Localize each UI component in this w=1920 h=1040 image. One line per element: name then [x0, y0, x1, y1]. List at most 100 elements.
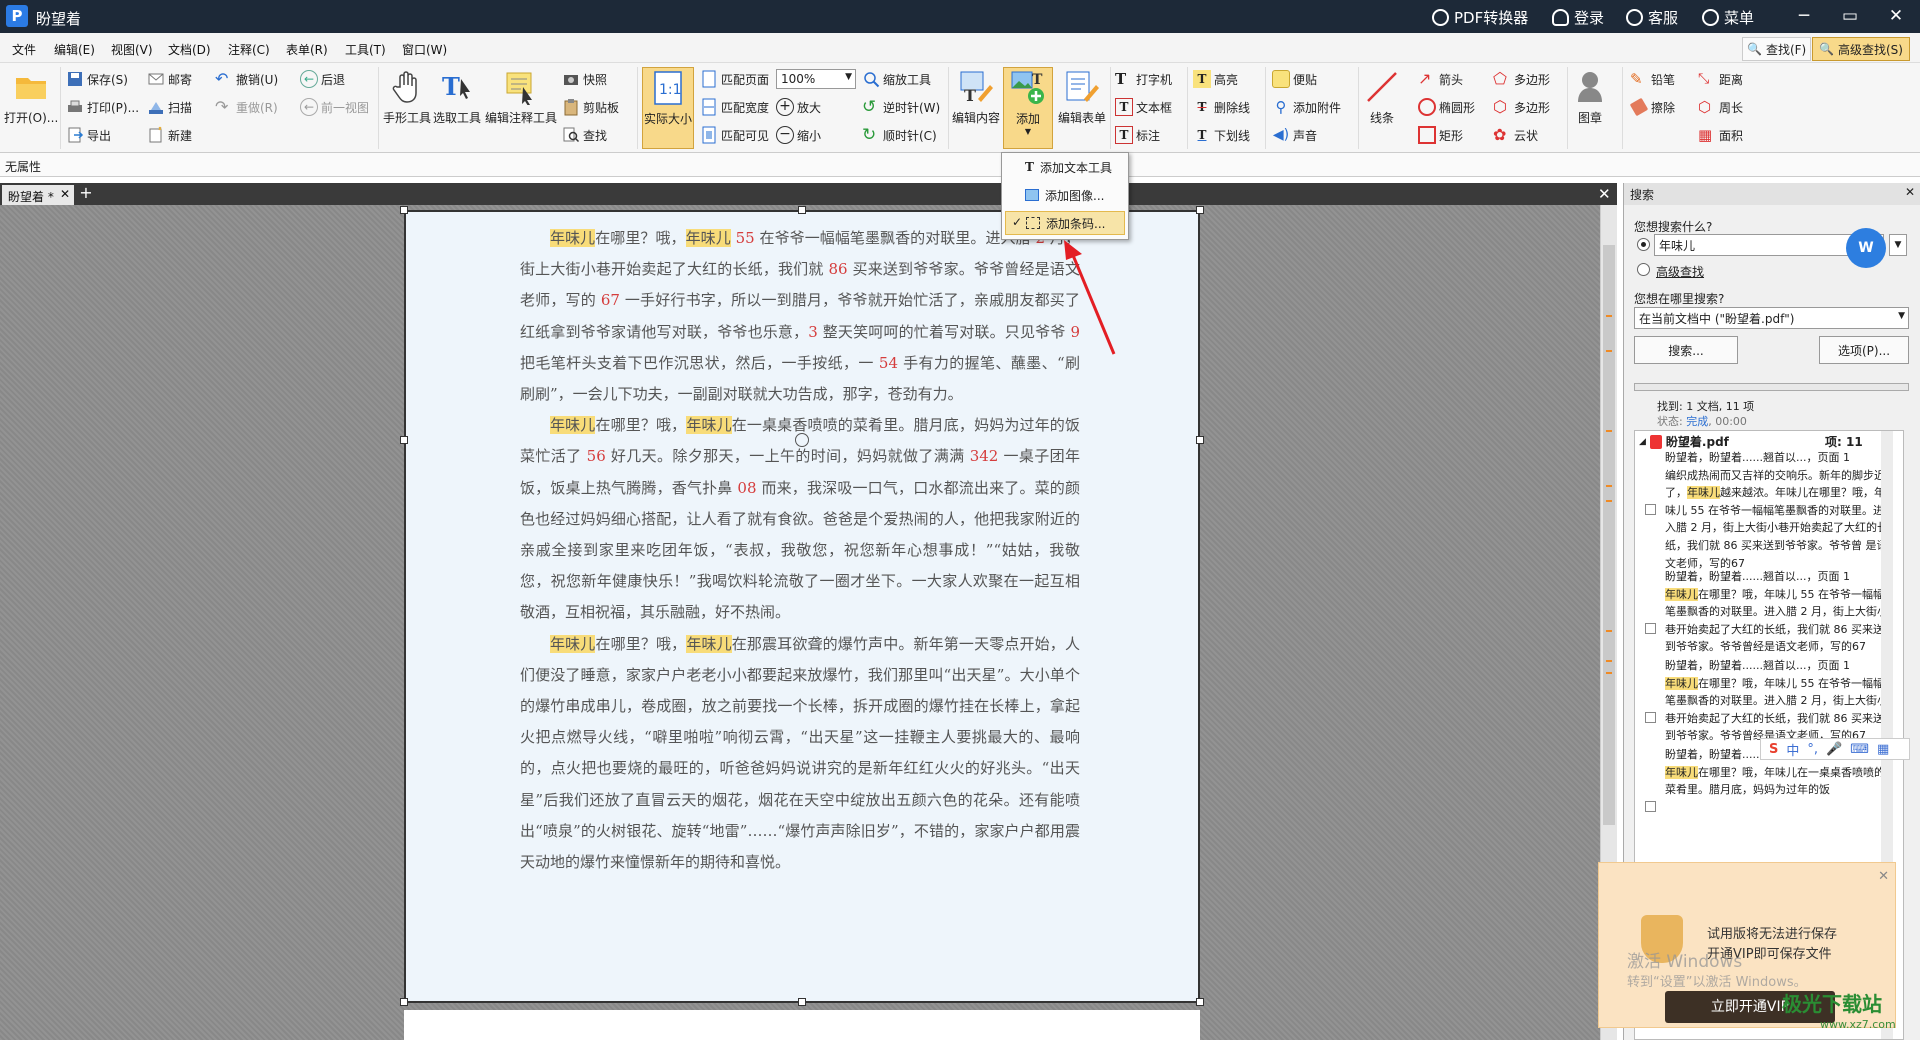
new-button[interactable]: 新建 [147, 126, 192, 144]
resize-handle[interactable] [1196, 998, 1204, 1006]
edit-annotation-tool-button[interactable]: 编辑注释工具 [485, 69, 557, 126]
select-tool-button[interactable]: T 选取工具 [433, 69, 481, 126]
result-checkbox[interactable] [1645, 623, 1656, 634]
polyline-tool-button[interactable]: ⬡ 多边形 [1493, 98, 1550, 116]
clipboard-button[interactable]: 剪贴板 [562, 98, 619, 116]
resize-handle[interactable] [798, 998, 806, 1006]
pencil-button[interactable]: ✎ 铅笔 [1630, 70, 1675, 88]
new-tab-button[interactable]: + [78, 185, 94, 203]
distance-button[interactable]: ⤡ 距离 [1698, 70, 1743, 88]
menu-tools[interactable]: 工具(T) [345, 41, 386, 58]
zoom-select[interactable]: 100% ▼ [776, 69, 856, 89]
resize-handle[interactable] [400, 998, 408, 1006]
sound-button[interactable]: ◀) 声音 [1272, 126, 1317, 144]
line-tool-button[interactable]: 线条 [1364, 69, 1400, 126]
rotate-cw-button[interactable]: ↻ 顺时针(C) [862, 126, 937, 144]
polygon-tool-button[interactable]: ⬠ 多边形 [1493, 70, 1550, 88]
menu-document[interactable]: 文档(D) [168, 41, 211, 58]
zoom-in-button[interactable]: + 放大 [776, 98, 821, 116]
minimize-button[interactable]: ─ [1792, 5, 1816, 27]
options-button[interactable]: 选项(P)... [1819, 336, 1909, 364]
actual-size-button[interactable]: 1:1 实际大小 [642, 67, 694, 149]
menu-comment[interactable]: 注释(C) [228, 41, 270, 58]
advanced-find-button[interactable]: 🔍 高级查找(S) [1812, 37, 1910, 61]
search-result-item[interactable]: 盼望着，盼望着......翘首以...，页面 1 编织成热闹而又吉祥的交响乐。新年… [1665, 449, 1890, 572]
search-scope-select[interactable]: 在当前文档中 ("盼望着.pdf") ▼ [1634, 307, 1909, 329]
close-document-icon[interactable]: ✕ [1598, 185, 1611, 203]
ime-toolbar[interactable]: S 中 °, 🎤 ⌨ ▦ [1760, 738, 1910, 760]
rect-tool-button[interactable]: 矩形 [1418, 126, 1463, 144]
menu-form[interactable]: 表单(R) [286, 41, 328, 58]
document-tab[interactable]: 盼望着 * ✕ [2, 185, 74, 205]
close-button[interactable]: ✕ [1884, 5, 1908, 27]
word-convert-icon[interactable]: W [1846, 228, 1886, 268]
restore-button[interactable]: ▭ [1838, 5, 1862, 27]
note-button[interactable]: 便贴 [1272, 70, 1317, 88]
result-checkbox[interactable] [1645, 504, 1656, 515]
advanced-search-link[interactable]: 高级查找 [1656, 263, 1704, 280]
advanced-search-radio[interactable] [1637, 263, 1650, 276]
area-button[interactable]: ▦ 面积 [1698, 126, 1743, 144]
export-button[interactable]: 导出 [66, 126, 111, 144]
close-popup-icon[interactable]: ✕ [1878, 869, 1889, 884]
ellipse-tool-button[interactable]: 椭圆形 [1418, 98, 1475, 116]
prev-view-button[interactable]: ← 前一视图 [300, 98, 369, 116]
service-button[interactable]: 客服 [1626, 7, 1678, 28]
resize-handle[interactable] [400, 436, 408, 444]
arrow-tool-button[interactable]: ↗ 箭头 [1418, 70, 1463, 88]
find-tool-button[interactable]: 查找 [562, 126, 607, 144]
typewriter-button[interactable]: T 打字机 [1115, 70, 1172, 88]
pdf-converter-button[interactable]: PDF转换器 [1432, 7, 1528, 28]
redo-button[interactable]: ↷ 重做(R) [215, 98, 278, 116]
login-button[interactable]: 登录 [1552, 7, 1604, 28]
basic-search-radio[interactable] [1637, 238, 1650, 251]
highlight-button[interactable]: T 高亮 [1193, 70, 1238, 88]
edit-form-button[interactable]: 编辑表单 [1058, 69, 1106, 126]
hand-tool-button[interactable]: 手形工具 [383, 69, 431, 126]
cloud-tool-button[interactable]: ✿ 云状 [1493, 126, 1538, 144]
callout-button[interactable]: T 标注 [1115, 126, 1160, 144]
rotate-handle-icon[interactable] [795, 433, 809, 447]
resize-handle[interactable] [798, 206, 806, 214]
back-button[interactable]: ← 后退 [300, 70, 345, 88]
save-button[interactable]: 保存(S) [66, 70, 128, 88]
close-tab-icon[interactable]: ✕ [60, 187, 70, 201]
find-button[interactable]: 🔍 查找(F) [1742, 37, 1812, 61]
result-file-row[interactable]: ◢ 盼望着.pdf [1639, 433, 1729, 450]
eraser-button[interactable]: 擦除 [1629, 97, 1675, 117]
perimeter-button[interactable]: ⬡ 周长 [1698, 98, 1743, 116]
scan-button[interactable]: 扫描 [147, 98, 192, 116]
strikeout-button[interactable]: T 删除线 [1193, 98, 1250, 116]
menu-file[interactable]: 文件 [12, 41, 36, 58]
snapshot-button[interactable]: 快照 [562, 70, 607, 88]
zoom-out-button[interactable]: − 缩小 [776, 126, 821, 144]
menu-window[interactable]: 窗口(W) [402, 41, 447, 58]
underline-button[interactable]: T 下划线 [1193, 126, 1250, 144]
resize-handle[interactable] [400, 206, 408, 214]
menu-item-add-barcode[interactable]: ✓ 添加条码... [1005, 211, 1125, 235]
fit-width-button[interactable]: 匹配宽度 [700, 98, 769, 116]
zoom-tool-button[interactable]: 缩放工具 [862, 70, 931, 88]
open-button[interactable]: 打开(O)... [4, 69, 58, 126]
textbox-button[interactable]: T 文本框 [1115, 98, 1172, 116]
attach-file-button[interactable]: ⚲ 添加附件 [1272, 98, 1342, 116]
resize-handle[interactable] [1196, 206, 1204, 214]
rotate-ccw-button[interactable]: ↺ 逆时针(W) [862, 98, 940, 116]
close-panel-icon[interactable]: ✕ [1905, 185, 1915, 199]
print-button[interactable]: 打印(P)... [66, 98, 139, 116]
fit-visible-button[interactable]: 匹配可见 [700, 126, 769, 144]
fit-page-button[interactable]: 匹配页面 [700, 70, 769, 88]
main-menu-button[interactable]: 菜单 [1702, 7, 1754, 28]
result-checkbox[interactable] [1645, 801, 1656, 812]
menu-edit[interactable]: 编辑(E) [54, 41, 95, 58]
query-dropdown-chevron-icon[interactable]: ▼ [1889, 234, 1907, 256]
search-result-item[interactable]: 盼望着，盼望着......翘首以...，页面 1 年味儿在哪里？哦，年味儿 55 … [1665, 657, 1890, 745]
stamp-button[interactable]: 图章 [1572, 69, 1608, 126]
page-text[interactable]: 年味儿在哪里？哦，年味儿 55 在爷爷一幅幅笔墨飘香的对联里。进入腊 2 月，街… [520, 223, 1080, 878]
edit-content-button[interactable]: T 编辑内容 [952, 69, 1000, 126]
menu-item-add-text-tool[interactable]: T 添加文本工具 [1005, 155, 1125, 179]
menu-item-add-image[interactable]: 添加图像... [1005, 183, 1125, 207]
search-result-item[interactable]: 盼望着，盼望着......翘首以...，页面 1 年味儿在哪里？哦，年味儿 55 … [1665, 568, 1890, 656]
result-checkbox[interactable] [1645, 712, 1656, 723]
add-button[interactable]: T 添加 ▼ [1003, 67, 1053, 149]
